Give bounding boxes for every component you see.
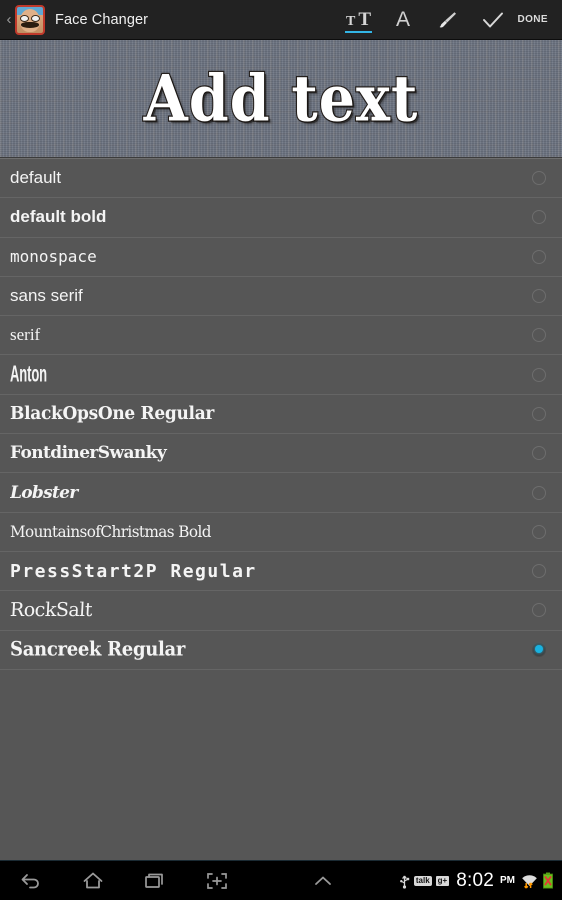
radio-button[interactable] bbox=[532, 289, 546, 304]
title-bar: ‹ Face Changer T T A DONE bbox=[0, 0, 562, 40]
status-tray[interactable]: talk g+ 8:02 PM bbox=[399, 861, 562, 900]
font-list-item[interactable]: Sancreek Regular bbox=[0, 631, 562, 670]
font-list-item[interactable]: RockSalt bbox=[0, 591, 562, 631]
font-list-item-label: FontdinerSwanky bbox=[10, 443, 167, 464]
radio-button[interactable] bbox=[532, 171, 546, 186]
font-list-item[interactable]: BlackOpsOne Regular bbox=[0, 395, 562, 435]
home-icon bbox=[83, 872, 103, 888]
radio-button[interactable] bbox=[532, 564, 546, 579]
text-size-icon-big-t: T bbox=[358, 8, 371, 30]
radio-button-selected[interactable] bbox=[532, 642, 546, 657]
back-caret-icon[interactable]: ‹ bbox=[3, 12, 15, 27]
chevron-up-icon bbox=[315, 876, 332, 885]
screenshot-button[interactable] bbox=[186, 861, 248, 900]
font-list-item-label: default bold bbox=[10, 207, 107, 227]
font-list[interactable]: default default bold monospace sans serif se… bbox=[0, 158, 562, 860]
radio-button[interactable] bbox=[532, 446, 546, 461]
status-clock: 8:02 bbox=[456, 870, 495, 891]
status-clock-ampm: PM bbox=[500, 875, 516, 886]
gplus-notification-badge: g+ bbox=[435, 875, 450, 886]
font-list-item[interactable]: MountainsofChristmas Bold bbox=[0, 513, 562, 552]
font-list-item-label: serif bbox=[10, 325, 41, 345]
back-button[interactable] bbox=[0, 861, 62, 900]
system-navigation-bar: talk g+ 8:02 PM bbox=[0, 860, 562, 900]
font-list-item[interactable]: Anton bbox=[0, 355, 562, 395]
text-preview-canvas[interactable]: Add text bbox=[0, 40, 562, 158]
font-list-item[interactable]: monospace bbox=[0, 238, 562, 277]
radio-button[interactable] bbox=[532, 406, 546, 421]
wifi-icon bbox=[521, 872, 538, 889]
font-list-item-label: default bbox=[10, 168, 62, 188]
radio-button[interactable] bbox=[532, 367, 546, 382]
usb-icon bbox=[399, 873, 410, 889]
done-button[interactable]: DONE bbox=[516, 14, 553, 25]
radio-button[interactable] bbox=[532, 603, 546, 618]
text-size-icon-small-t: T bbox=[346, 13, 356, 29]
app-title: Face Changer bbox=[55, 11, 149, 28]
recents-button[interactable] bbox=[124, 861, 186, 900]
radio-button[interactable] bbox=[532, 524, 546, 539]
talk-notification-badge: talk bbox=[413, 875, 432, 886]
font-list-item-label: monospace bbox=[10, 247, 97, 267]
font-list-item[interactable]: default bbox=[0, 159, 562, 199]
expand-button[interactable] bbox=[292, 861, 354, 900]
avatar-mustache-icon bbox=[21, 21, 39, 28]
font-list-item-label: Sancreek Regular bbox=[10, 638, 186, 662]
checkmark-icon bbox=[481, 9, 505, 31]
font-list-item-label: RockSalt bbox=[9, 599, 93, 622]
font-list-item-label: BlackOpsOne Regular bbox=[10, 403, 215, 425]
text-size-tool[interactable]: T T bbox=[336, 0, 381, 40]
home-button[interactable] bbox=[62, 861, 124, 900]
brush-icon bbox=[437, 9, 459, 31]
apply-check-tool[interactable] bbox=[471, 0, 516, 40]
face-changer-app-icon[interactable] bbox=[15, 4, 45, 35]
toolbar: T T A DONE bbox=[336, 0, 553, 40]
font-list-item-label: Anton bbox=[10, 361, 47, 387]
font-tool[interactable]: A bbox=[381, 0, 426, 40]
font-list-item[interactable]: PressStart2P Regular bbox=[0, 552, 562, 592]
avatar-glasses-icon bbox=[20, 14, 40, 22]
font-a-icon: A bbox=[395, 8, 410, 31]
back-arrow-icon bbox=[21, 873, 39, 888]
font-list-item-label: MountainsofChristmas Bold bbox=[10, 522, 211, 542]
screenshot-icon bbox=[207, 872, 227, 889]
font-list-item-label: PressStart2P Regular bbox=[10, 560, 257, 582]
brush-tool[interactable] bbox=[426, 0, 471, 40]
recent-apps-icon bbox=[145, 873, 163, 888]
font-list-item[interactable]: sans serif bbox=[0, 277, 562, 317]
font-list-item[interactable]: FontdinerSwanky bbox=[0, 434, 562, 474]
font-list-item[interactable]: default bold bbox=[0, 198, 562, 238]
font-list-item-label: Lobster bbox=[10, 482, 78, 503]
font-list-item-label: sans serif bbox=[10, 286, 83, 306]
text-size-icon: T T bbox=[345, 8, 371, 30]
radio-button[interactable] bbox=[532, 328, 546, 343]
battery-error-icon bbox=[542, 872, 554, 889]
font-list-item[interactable]: serif bbox=[0, 316, 562, 356]
preview-text: Add text bbox=[143, 60, 419, 137]
font-list-item[interactable]: Lobster bbox=[0, 473, 562, 513]
radio-button[interactable] bbox=[532, 210, 546, 225]
radio-button[interactable] bbox=[532, 249, 546, 264]
radio-button[interactable] bbox=[532, 485, 546, 500]
face-changer-app: ‹ Face Changer T T A DONE Add text defau… bbox=[0, 0, 562, 900]
